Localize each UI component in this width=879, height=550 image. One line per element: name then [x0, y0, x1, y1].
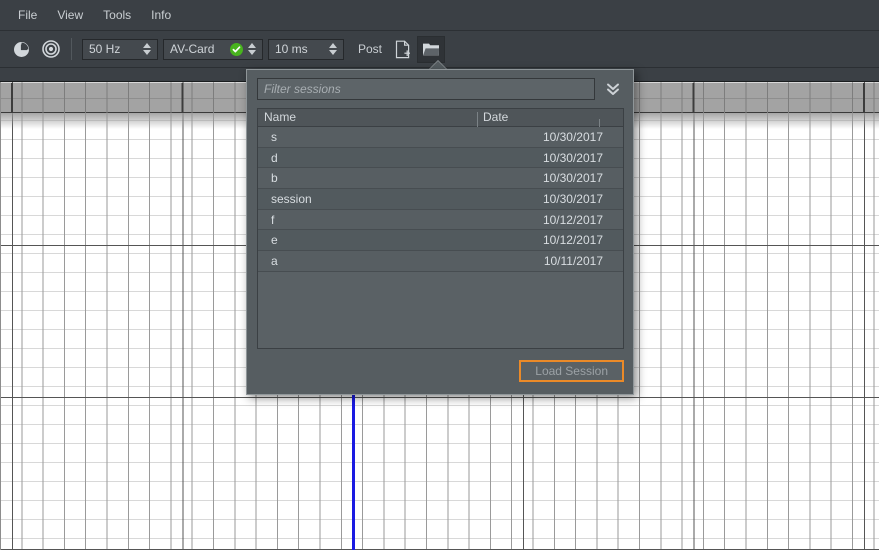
session-date: 10/30/2017: [483, 130, 603, 144]
application-window: File View Tools Info 50 Hz: [0, 0, 879, 550]
device-spinbox[interactable]: AV-Card: [163, 39, 263, 60]
chevron-up-icon: [329, 43, 337, 48]
new-document-icon: [395, 40, 411, 59]
sample-rate-stepper[interactable]: [141, 41, 152, 58]
latency-value: 10 ms: [275, 43, 308, 56]
canvas-left-border: [0, 82, 1, 550]
record-target-icon: [42, 40, 60, 58]
session-date: 10/30/2017: [483, 171, 603, 185]
session-list-row[interactable]: s10/30/2017: [258, 127, 623, 148]
menu-bar: File View Tools Info: [0, 0, 879, 31]
check-glyph-icon: [232, 45, 241, 54]
session-date: 10/12/2017: [483, 213, 603, 227]
session-list-header: Name Date: [258, 109, 623, 127]
session-list-panel: Name Date s10/30/2017d10/30/2017b10/30/2…: [257, 108, 624, 349]
clock-icon-button[interactable]: [6, 34, 36, 64]
session-name: a: [258, 254, 483, 268]
session-date: 10/30/2017: [483, 151, 603, 165]
sample-rate-spinbox[interactable]: 50 Hz: [82, 39, 158, 60]
session-list-row[interactable]: f10/12/2017: [258, 210, 623, 231]
session-list-row[interactable]: session10/30/2017: [258, 189, 623, 210]
session-list-body[interactable]: s10/30/2017d10/30/2017b10/30/2017session…: [258, 127, 623, 348]
column-header-date[interactable]: Date: [477, 111, 599, 124]
session-date: 10/12/2017: [483, 233, 603, 247]
latency-stepper[interactable]: [327, 41, 338, 58]
session-name: d: [258, 151, 483, 165]
session-name: session: [258, 192, 483, 206]
session-date: 10/30/2017: [483, 192, 603, 206]
post-label: Post: [358, 42, 382, 56]
session-name: f: [258, 213, 483, 227]
session-list-row[interactable]: e10/12/2017: [258, 230, 623, 251]
filter-row: [257, 78, 624, 100]
menu-item-view[interactable]: View: [47, 4, 93, 26]
latency-spinbox[interactable]: 10 ms: [268, 39, 344, 60]
chevron-down-icon: [248, 50, 256, 55]
filter-sessions-input[interactable]: [257, 78, 595, 100]
chevron-down-icon: [143, 50, 151, 55]
session-name: b: [258, 171, 483, 185]
folder-icon: [422, 42, 440, 57]
device-value: AV-Card: [170, 43, 214, 56]
menu-item-tools[interactable]: Tools: [93, 4, 141, 26]
load-session-popup: Name Date s10/30/2017d10/30/2017b10/30/2…: [246, 69, 634, 395]
session-list-row[interactable]: d10/30/2017: [258, 148, 623, 169]
green-check-icon: [230, 43, 243, 56]
session-name: e: [258, 233, 483, 247]
menu-item-file[interactable]: File: [8, 4, 47, 26]
load-session-button[interactable]: Load Session: [519, 360, 624, 382]
chevron-up-icon: [143, 43, 151, 48]
clock-icon: [13, 41, 30, 58]
popup-footer: Load Session: [257, 349, 624, 385]
new-session-button[interactable]: [389, 36, 417, 63]
chevron-up-icon: [248, 43, 256, 48]
session-date: 10/11/2017: [483, 254, 603, 268]
open-session-button[interactable]: [417, 36, 445, 63]
toolbar-divider-1: [71, 38, 72, 60]
sample-rate-value: 50 Hz: [89, 43, 120, 56]
column-header-name[interactable]: Name: [258, 111, 477, 124]
device-stepper[interactable]: [247, 41, 257, 58]
record-target-icon-button[interactable]: [36, 34, 66, 64]
menu-item-info[interactable]: Info: [141, 4, 181, 26]
session-list-row[interactable]: b10/30/2017: [258, 168, 623, 189]
expand-options-button[interactable]: [602, 78, 624, 100]
playhead-cursor[interactable]: [352, 392, 355, 550]
double-chevron-down-icon: [605, 81, 621, 97]
chevron-down-icon: [329, 50, 337, 55]
session-list-row[interactable]: a10/11/2017: [258, 251, 623, 272]
session-name: s: [258, 130, 483, 144]
